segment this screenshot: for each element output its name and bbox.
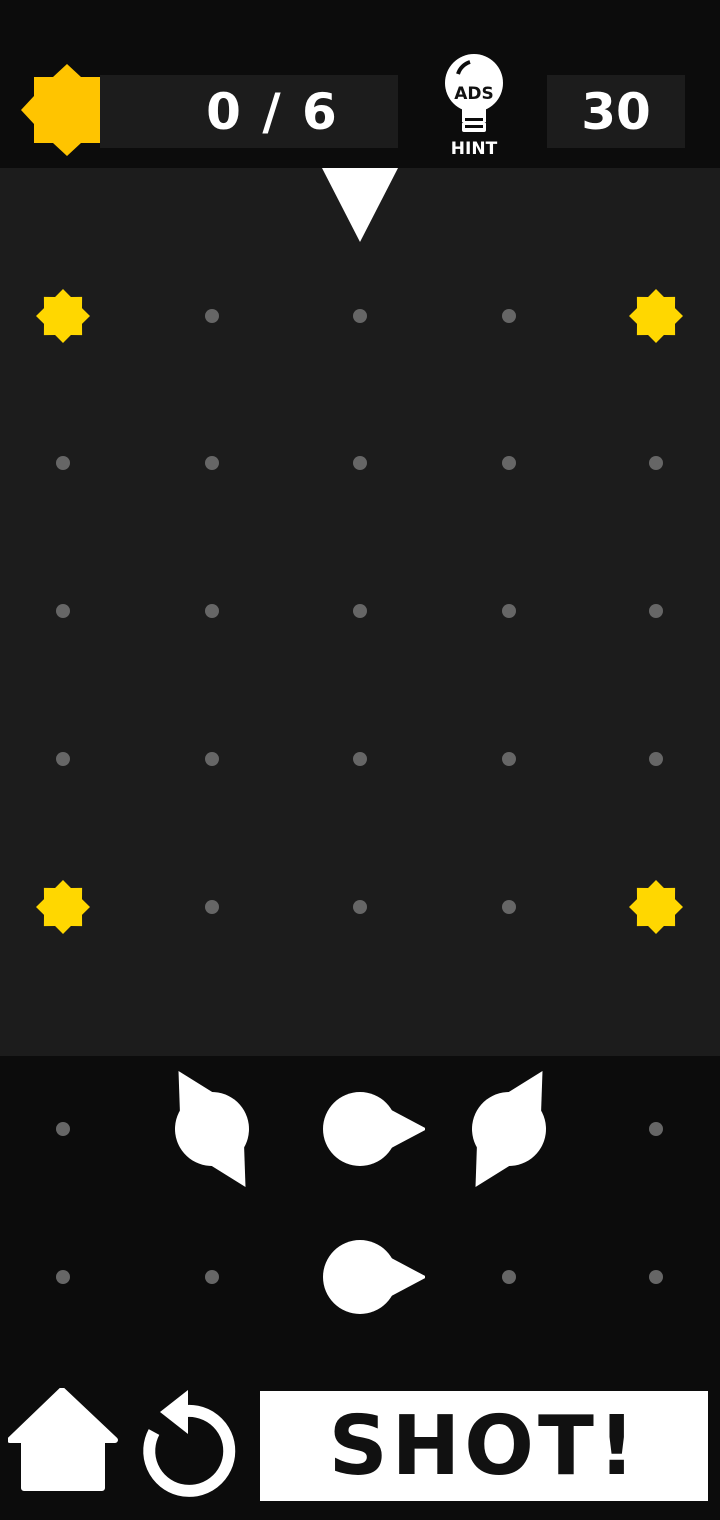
tray-dot [649, 1270, 663, 1284]
tray-dot [649, 1122, 663, 1136]
shooter-piece-up-left[interactable] [147, 1064, 277, 1194]
tray-dot [502, 1270, 516, 1284]
shooter-piece-up-right[interactable] [444, 1064, 574, 1194]
home-icon [7, 1387, 118, 1491]
tray-dot [56, 1270, 70, 1284]
restart-icon [143, 1390, 236, 1497]
shooter-piece-right[interactable] [295, 1212, 425, 1342]
shot-button[interactable]: SHOT! [260, 1391, 708, 1501]
home-button[interactable] [7, 1387, 118, 1498]
shooter-piece-right[interactable] [295, 1064, 425, 1194]
tray-dot [205, 1270, 219, 1284]
tray-cells [0, 0, 720, 1520]
tray-dot [56, 1122, 70, 1136]
restart-button[interactable] [136, 1388, 240, 1498]
